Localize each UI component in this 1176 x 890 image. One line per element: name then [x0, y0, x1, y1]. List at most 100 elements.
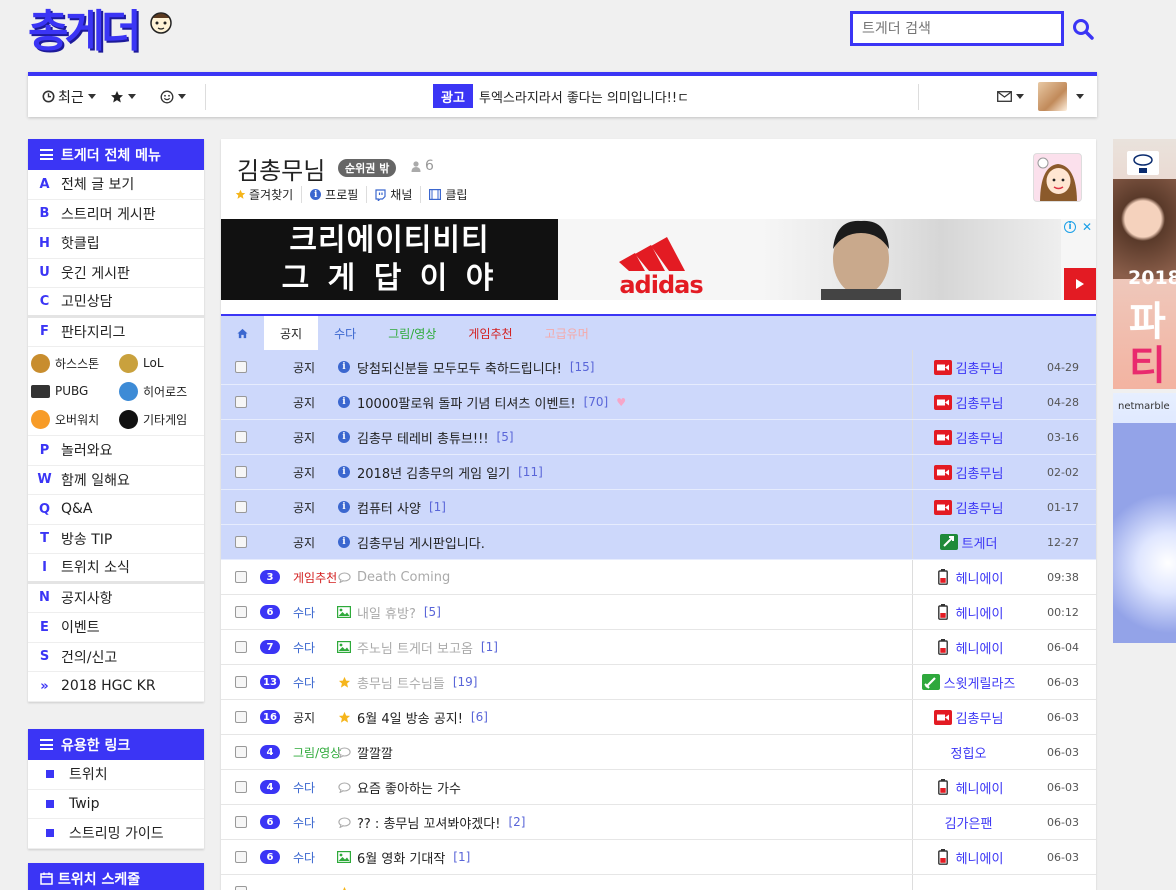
- sidebar-item-핫클립[interactable]: H 핫클립: [28, 229, 204, 259]
- row-checkbox[interactable]: [235, 361, 247, 373]
- row-category[interactable]: 공지: [293, 359, 337, 376]
- post-row[interactable]: 6 수다 ?? : 총무님 꼬셔봐야겠다! [2] 김가은팬 06-03: [221, 805, 1096, 840]
- post-author[interactable]: 트게더: [912, 525, 1024, 559]
- sidebar-item-스트리머 게시판[interactable]: B 스트리머 게시판: [28, 200, 204, 229]
- useful-link[interactable]: Twip: [28, 790, 204, 819]
- post-title[interactable]: 컴퓨터 사양: [357, 498, 421, 517]
- notice-row[interactable]: 공지 i 2018년 김총무의 게임 일기 [11] 김총무님 02-02: [221, 455, 1096, 490]
- post-title[interactable]: 깔깔깔: [357, 743, 393, 762]
- game-link-히어로즈[interactable]: 히어로즈: [116, 377, 204, 405]
- messages-dropdown[interactable]: [997, 76, 1024, 117]
- post-title[interactable]: Death Coming: [357, 570, 450, 585]
- notice-row[interactable]: 공지 i 당첨되신분들 모두모두 축하드립니다! [15] 김총무님 04-29: [221, 350, 1096, 385]
- post-title[interactable]: 김총무님 게시판입니다.: [357, 533, 485, 552]
- tab-수다[interactable]: 수다: [318, 316, 372, 350]
- post-row[interactable]: 6 수다 6월 영화 기대작 [1] 헤니에이 06-03: [221, 840, 1096, 875]
- game-link-PUBG[interactable]: PUBG: [28, 377, 116, 405]
- tab-그림/영상[interactable]: 그림/영상: [372, 316, 452, 350]
- side-ad-netmarble[interactable]: netmarble: [1113, 393, 1176, 643]
- sidebar-item-판타지리그[interactable]: F 판타지리그: [28, 318, 204, 347]
- post-author[interactable]: 김총무님: [912, 455, 1024, 489]
- sidebar-item-전체 글 보기[interactable]: A 전체 글 보기: [28, 170, 204, 200]
- site-logo[interactable]: 총게더: [28, 4, 178, 62]
- post-title[interactable]: 6월 영화 기대작: [357, 848, 445, 867]
- side-ad-hyundai[interactable]: 2018 파 티: [1113, 139, 1176, 389]
- post-title[interactable]: 2018년 김총무의 게임 일기: [357, 463, 510, 482]
- row-checkbox[interactable]: [235, 781, 247, 793]
- row-category[interactable]: 그림/영상: [293, 744, 341, 761]
- post-title[interactable]: 주노님 트게더 보고옴: [357, 638, 473, 657]
- row-category[interactable]: 수다: [293, 849, 337, 866]
- search-field[interactable]: [850, 11, 1064, 46]
- profile-link[interactable]: i 프로필: [310, 186, 368, 203]
- row-category[interactable]: 수다: [293, 814, 337, 831]
- row-category[interactable]: 공지: [293, 534, 337, 551]
- row-checkbox[interactable]: [235, 746, 247, 758]
- post-author[interactable]: 헤니에이: [912, 770, 1024, 804]
- notice-row[interactable]: 공지 i 10000팔로워 돌파 기념 티셔츠 이벤트! [70] ♥ 김총무님 04-28: [221, 385, 1096, 420]
- row-checkbox[interactable]: [235, 571, 247, 583]
- post-row[interactable]: [221, 875, 1096, 890]
- sidebar-item-웃긴 게시판[interactable]: U 웃긴 게시판: [28, 259, 204, 288]
- favorite-link[interactable]: 즐겨찾기: [235, 186, 303, 203]
- tab-게임추천[interactable]: 게임추천: [452, 316, 528, 350]
- sidebar-item-Q&A[interactable]: Q Q&A: [28, 495, 204, 525]
- post-title[interactable]: 내일 휴방?: [357, 603, 416, 622]
- post-title[interactable]: 총무님 트수님들: [357, 673, 445, 692]
- row-checkbox[interactable]: [235, 606, 247, 618]
- useful-link[interactable]: 스트리밍 가이드: [28, 819, 204, 849]
- sidebar-item-공지사항[interactable]: N 공지사항: [28, 584, 204, 613]
- post-author[interactable]: 김총무님: [912, 350, 1024, 384]
- row-checkbox[interactable]: [235, 676, 247, 688]
- row-category[interactable]: 게임추천: [293, 569, 337, 586]
- post-title[interactable]: 김총무 테레비 총튜브!!!: [357, 428, 489, 447]
- post-author[interactable]: 헤니에이: [912, 840, 1024, 874]
- game-link-기타게임[interactable]: 기타게임: [116, 405, 204, 433]
- post-row[interactable]: 4 수다 요즘 좋아하는 가수 헤니에이 06-03: [221, 770, 1096, 805]
- sidebar-item-방송 TIP[interactable]: T 방송 TIP: [28, 525, 204, 554]
- row-category[interactable]: 공지: [293, 394, 337, 411]
- row-checkbox[interactable]: [235, 711, 247, 723]
- post-row[interactable]: 16 공지 6월 4일 방송 공지! [6] 김총무님 06-03: [221, 700, 1096, 735]
- post-row[interactable]: 4 그림/영상 깔깔깔 정힙오 06-03: [221, 735, 1096, 770]
- post-author[interactable]: 김총무님: [912, 420, 1024, 454]
- row-category[interactable]: 수다: [293, 604, 337, 621]
- channel-link[interactable]: 채널: [375, 186, 422, 203]
- post-title[interactable]: 요즘 좋아하는 가수: [357, 778, 461, 797]
- sidebar-item-트위치 소식[interactable]: I 트위치 소식: [28, 554, 204, 584]
- search-icon[interactable]: [1072, 18, 1094, 40]
- emoji-dropdown[interactable]: [160, 76, 186, 117]
- tab-공지[interactable]: 공지: [264, 316, 319, 350]
- post-author[interactable]: 스윗게릴라즈: [912, 665, 1024, 699]
- useful-link[interactable]: 트위치: [28, 760, 204, 790]
- sidebar-item-이벤트[interactable]: E 이벤트: [28, 613, 204, 643]
- clip-link[interactable]: 클립: [429, 186, 475, 203]
- row-category[interactable]: 수다: [293, 779, 337, 796]
- notice-row[interactable]: 공지 i 김총무 테레비 총튜브!!! [5] 김총무님 03-16: [221, 420, 1096, 455]
- row-category[interactable]: 공지: [293, 464, 337, 481]
- sidebar-item-건의/신고[interactable]: S 건의/신고: [28, 643, 204, 672]
- row-category[interactable]: 공지: [293, 709, 337, 726]
- post-author[interactable]: 헤니에이: [912, 630, 1024, 664]
- tab-고급유머[interactable]: 고급유머: [529, 316, 605, 350]
- play-icon[interactable]: [1064, 268, 1096, 300]
- game-link-하스스톤[interactable]: 하스스톤: [28, 349, 116, 377]
- row-checkbox[interactable]: [235, 466, 247, 478]
- row-checkbox[interactable]: [235, 641, 247, 653]
- sidebar-item-놀러와요[interactable]: P 놀러와요: [28, 436, 204, 466]
- row-category[interactable]: 공지: [293, 499, 337, 516]
- favorites-dropdown[interactable]: [110, 76, 136, 117]
- row-checkbox[interactable]: [235, 886, 247, 890]
- sidebar-menu-header[interactable]: 트게더 전체 메뉴: [28, 139, 204, 170]
- post-author[interactable]: 정힙오: [912, 735, 1024, 769]
- sidebar-item-함께 일해요[interactable]: W 함께 일해요: [28, 466, 204, 495]
- row-checkbox[interactable]: [235, 396, 247, 408]
- recent-dropdown[interactable]: 최근: [42, 76, 96, 117]
- game-link-오버워치[interactable]: 오버워치: [28, 405, 116, 433]
- sidebar-item-2018 HGC KR[interactable]: » 2018 HGC KR: [28, 672, 204, 702]
- notice-row[interactable]: 공지 i 김총무님 게시판입니다. 트게더 12-27: [221, 525, 1096, 560]
- row-checkbox[interactable]: [235, 816, 247, 828]
- post-title[interactable]: 6월 4일 방송 공지!: [357, 708, 463, 727]
- profile-dropdown[interactable]: [1038, 76, 1084, 117]
- post-author[interactable]: 김총무님: [912, 700, 1024, 734]
